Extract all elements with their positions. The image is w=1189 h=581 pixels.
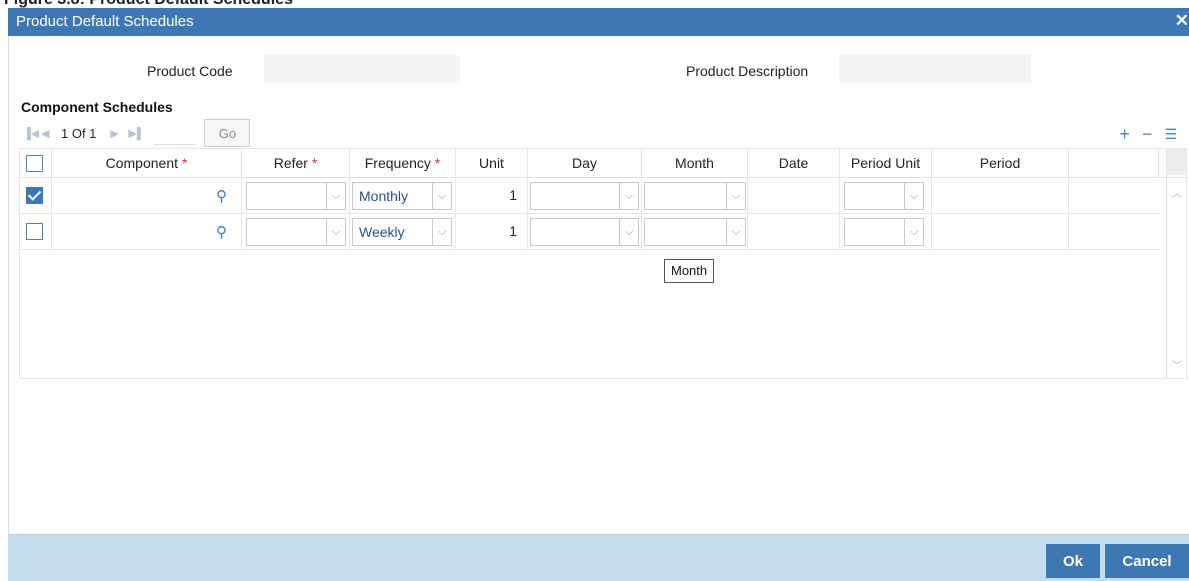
- table-row: ⚲ ⌵ Monthly ⌵ 1 ⌵ ⌵ ⌵: [20, 178, 1160, 214]
- unit-cell[interactable]: 1: [456, 178, 528, 214]
- period-cell[interactable]: [932, 214, 1069, 250]
- chevron-down-icon: ⌵: [726, 183, 745, 209]
- chevron-down-icon: ⌵: [619, 219, 638, 245]
- component-schedules-title: Component Schedules: [21, 99, 173, 115]
- go-button[interactable]: Go: [204, 119, 251, 147]
- view-details-icon[interactable]: ☰: [1164, 125, 1177, 143]
- component-cell[interactable]: ⚲: [52, 178, 242, 214]
- select-all-checkbox[interactable]: [26, 155, 43, 172]
- vertical-scrollbar[interactable]: ︿ ﹀: [1166, 149, 1186, 378]
- chevron-down-icon: ⌵: [619, 183, 638, 209]
- table-row: ⚲ ⌵ Weekly ⌵ 1 ⌵ ⌵ ⌵: [20, 214, 1160, 250]
- page-indicator: 1 Of 1: [61, 125, 97, 141]
- last-page-icon[interactable]: ▶▌: [128, 127, 146, 140]
- day-select[interactable]: ⌵: [530, 182, 639, 210]
- product-code-field[interactable]: [264, 55, 460, 83]
- scroll-up-icon[interactable]: ︿: [1172, 185, 1182, 200]
- chevron-down-icon: ⌵: [432, 219, 451, 245]
- header-component: Component *: [52, 149, 242, 178]
- period-cell[interactable]: [932, 178, 1069, 214]
- header-month: Month: [642, 149, 748, 178]
- close-icon[interactable]: ✕: [1175, 11, 1189, 31]
- date-cell[interactable]: [748, 178, 840, 214]
- cancel-button[interactable]: Cancel: [1105, 544, 1189, 578]
- header-select-cell: [20, 149, 52, 178]
- day-select[interactable]: ⌵: [530, 218, 639, 246]
- chevron-down-icon: ⌵: [904, 183, 923, 209]
- month-select[interactable]: ⌵: [644, 182, 746, 210]
- page: Figure 3.8: Product Default Schedules Pr…: [0, 0, 1189, 581]
- previous-page-icon[interactable]: ◀: [41, 127, 59, 140]
- search-icon[interactable]: ⚲: [216, 187, 227, 205]
- product-description-field[interactable]: [839, 55, 1031, 83]
- chevron-down-icon: ⌵: [326, 219, 345, 245]
- chevron-down-icon: ⌵: [432, 183, 451, 209]
- chevron-down-icon: ⌵: [326, 183, 345, 209]
- page-number-input[interactable]: [154, 121, 197, 145]
- component-cell[interactable]: ⚲: [52, 214, 242, 250]
- dialog-title: Product Default Schedules: [16, 13, 194, 30]
- unit-cell[interactable]: 1: [456, 214, 528, 250]
- grid-header: Component * Refer * Frequency * Unit Day…: [20, 149, 1188, 178]
- header-refer: Refer *: [242, 149, 350, 178]
- scrollbar-header-block: [1167, 149, 1186, 175]
- header-day: Day: [528, 149, 642, 178]
- header-frequency: Frequency *: [350, 149, 456, 178]
- product-description-label: Product Description: [686, 63, 809, 79]
- ok-button[interactable]: Ok: [1046, 544, 1100, 578]
- header-period-unit: Period Unit: [840, 149, 932, 178]
- header-period: Period: [932, 149, 1069, 178]
- dialog-title-bar: Product Default Schedules ✕: [8, 8, 1189, 36]
- header-date: Date: [748, 149, 840, 178]
- grid-toolbar: + − ☰: [1119, 125, 1177, 143]
- figure-caption-text: Figure 3.8: Product Default Schedules: [4, 0, 293, 8]
- figure-caption: Figure 3.8: Product Default Schedules: [0, 0, 1189, 8]
- component-schedules-grid: Component * Refer * Frequency * Unit Day…: [19, 148, 1188, 379]
- row-select-checkbox[interactable]: [26, 223, 43, 240]
- dialog-body: Product Code Product Description Compone…: [8, 36, 1189, 581]
- product-code-label: Product Code: [147, 63, 233, 79]
- first-page-icon[interactable]: ▐◀: [23, 127, 41, 140]
- dialog-footer: Ok Cancel: [8, 534, 1189, 581]
- chevron-down-icon: ⌵: [904, 219, 923, 245]
- period-unit-select[interactable]: ⌵: [844, 182, 924, 210]
- pager: ▐◀ ◀ 1 Of 1 ▶ ▶▌ Go: [23, 119, 251, 147]
- row-select-checkbox[interactable]: [26, 187, 43, 204]
- scroll-down-icon[interactable]: ﹀: [1172, 357, 1182, 372]
- frequency-select[interactable]: Weekly ⌵: [352, 218, 452, 246]
- next-page-icon[interactable]: ▶: [110, 127, 128, 140]
- header-unit: Unit: [456, 149, 528, 178]
- date-cell[interactable]: [748, 214, 840, 250]
- delete-row-icon[interactable]: −: [1142, 125, 1153, 143]
- refer-select[interactable]: ⌵: [246, 218, 346, 246]
- header-extra: [1069, 149, 1159, 178]
- tooltip: Month: [664, 259, 715, 283]
- frequency-select[interactable]: Monthly ⌵: [352, 182, 452, 210]
- month-select[interactable]: ⌵: [644, 218, 746, 246]
- add-row-icon[interactable]: +: [1119, 125, 1130, 143]
- refer-select[interactable]: ⌵: [246, 182, 346, 210]
- period-unit-select[interactable]: ⌵: [844, 218, 924, 246]
- search-icon[interactable]: ⚲: [216, 223, 227, 241]
- chevron-down-icon: ⌵: [726, 219, 745, 245]
